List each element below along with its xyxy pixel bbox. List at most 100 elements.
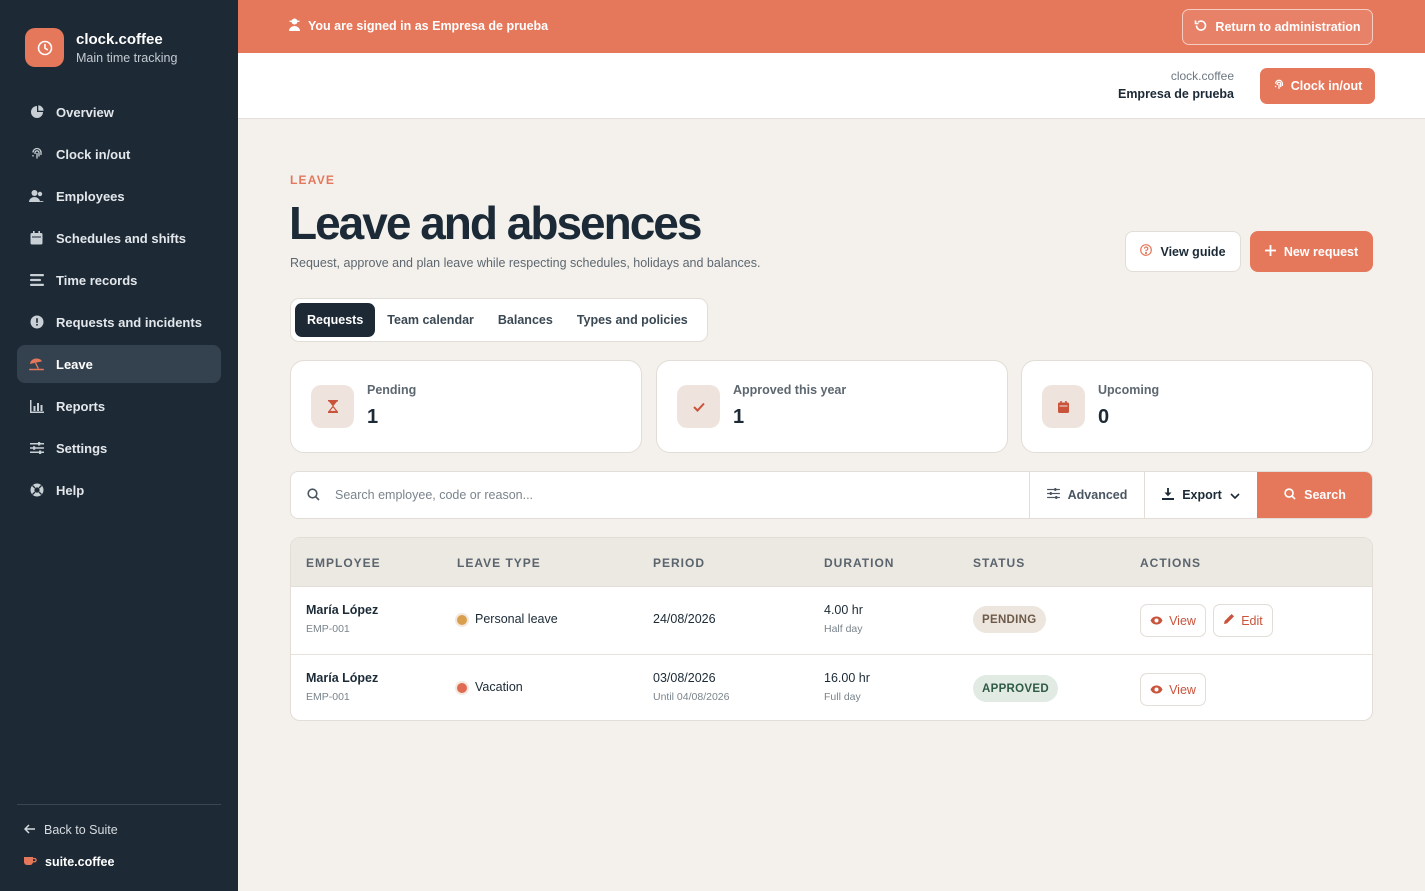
arrow-left-icon: [23, 823, 36, 837]
sidebar-item-label: Settings: [56, 440, 108, 456]
stat-label: Pending: [367, 383, 417, 397]
calendar-icon: [1042, 385, 1085, 428]
stat-card-upcoming: Upcoming 0: [1021, 360, 1373, 453]
eye-icon: [1150, 683, 1163, 697]
umbrella-beach-icon: [29, 357, 44, 372]
period-start: 03/08/2026: [653, 671, 716, 685]
sidebar-item-leave[interactable]: Leave: [17, 345, 221, 383]
sidebar-item-employees[interactable]: Employees: [17, 177, 221, 215]
column-header-actions: ACTIONS: [1140, 556, 1201, 570]
leave-type-dot: [455, 680, 469, 695]
sidebar-item-settings[interactable]: Settings: [17, 429, 221, 467]
table-row: María López EMP-001 Personal leave 24/08…: [291, 587, 1372, 654]
view-button[interactable]: View: [1140, 604, 1206, 637]
sidebar-item-clock[interactable]: Clock in/out: [17, 135, 221, 173]
sidebar-item-label: Employees: [56, 188, 125, 204]
advanced-filters-button[interactable]: Advanced: [1029, 472, 1144, 518]
clock-in-out-button[interactable]: Clock in/out: [1260, 68, 1375, 104]
employee-name[interactable]: María López: [306, 671, 378, 685]
employee-cell: María López EMP-001: [306, 671, 378, 703]
alert-circle-icon: [29, 315, 44, 330]
hourglass-icon: [311, 385, 354, 428]
lifebuoy-icon: [29, 483, 44, 498]
stat-label: Approved this year: [733, 383, 847, 397]
duration-hours: 16.00 hr: [824, 671, 870, 685]
tab-types-and-policies[interactable]: Types and policies: [565, 303, 700, 337]
banner-message: You are signed in as Empresa de prueba: [308, 19, 549, 33]
period-end: Until 04/08/2026: [653, 691, 730, 703]
brand-name: clock.coffee: [76, 30, 163, 48]
sidebar-item-label: Leave: [56, 356, 93, 372]
view-label: View: [1169, 613, 1196, 628]
view-guide-button[interactable]: View guide: [1125, 231, 1241, 272]
back-to-suite-label: Back to Suite: [44, 823, 118, 837]
users-icon: [29, 189, 44, 204]
export-label: Export: [1182, 488, 1222, 502]
view-label: View: [1169, 682, 1196, 697]
sidebar-item-requests[interactable]: Requests and incidents: [17, 303, 221, 341]
sidebar-item-overview[interactable]: Overview: [17, 93, 221, 131]
sidebar-item-label: Schedules and shifts: [56, 230, 187, 246]
tab-requests[interactable]: Requests: [295, 303, 376, 337]
duration-type: Full day: [824, 691, 861, 703]
sliders-icon: [29, 441, 44, 456]
bar-chart-icon: [29, 399, 44, 414]
sidebar-item-label: Overview: [56, 104, 114, 120]
search-button[interactable]: Search: [1257, 472, 1372, 518]
status-badge: APPROVED: [973, 675, 1058, 702]
employee-code: EMP-001: [306, 691, 350, 703]
leave-type-cell: Vacation: [455, 680, 523, 695]
tab-team-calendar[interactable]: Team calendar: [375, 303, 486, 337]
advanced-label: Advanced: [1067, 488, 1128, 502]
column-header-status: STATUS: [973, 556, 1026, 570]
leave-type-cell: Personal leave: [455, 612, 558, 627]
suite-link[interactable]: suite.coffee: [24, 855, 114, 869]
sidebar-item-help[interactable]: Help: [17, 471, 221, 509]
sidebar-item-reports[interactable]: Reports: [17, 387, 221, 425]
stat-value: 1: [733, 406, 745, 428]
duration-type: Half day: [824, 623, 863, 635]
sidebar-item-label: Clock in/out: [56, 146, 131, 162]
return-to-administration-button[interactable]: Return to administration: [1182, 9, 1373, 45]
page-title: Leave and absences: [289, 197, 702, 249]
sliders-icon: [1046, 488, 1060, 502]
brand-subtitle: Main time tracking: [76, 50, 178, 65]
search-input[interactable]: [335, 472, 1025, 518]
stat-value: 1: [367, 406, 379, 428]
period-cell: 24/08/2026: [653, 612, 716, 626]
pencil-icon: [1223, 613, 1235, 628]
duration-cell: 4.00 hr Half day: [824, 603, 863, 635]
table-row: María López EMP-001 Vacation 03/08/2026 …: [291, 654, 1372, 720]
duration-cell: 16.00 hr Full day: [824, 671, 870, 703]
period-cell: 03/08/2026 Until 04/08/2026: [653, 671, 729, 703]
view-button[interactable]: View: [1140, 673, 1206, 706]
export-dropdown[interactable]: Export: [1144, 472, 1257, 518]
table-header: EMPLOYEE LEAVE TYPE PERIOD DURATION STAT…: [291, 538, 1372, 587]
new-request-label: New request: [1283, 244, 1359, 259]
back-to-suite-link[interactable]: Back to Suite: [23, 823, 118, 837]
employee-name[interactable]: María López: [306, 603, 378, 617]
sidebar-item-schedules[interactable]: Schedules and shifts: [17, 219, 221, 257]
leave-tabs: Requests Team calendar Balances Types an…: [290, 298, 708, 342]
impersonation-banner: You are signed in as Empresa de prueba R…: [238, 0, 1425, 53]
tab-balances[interactable]: Balances: [486, 303, 565, 337]
sidebar-item-label: Time records: [56, 272, 138, 288]
company-name: Empresa de prueba: [1117, 87, 1234, 101]
question-circle-icon: [1140, 244, 1153, 259]
coffee-cup-icon: [24, 855, 37, 869]
column-header-period: PERIOD: [653, 556, 706, 570]
new-request-button[interactable]: New request: [1250, 231, 1373, 272]
edit-button[interactable]: Edit: [1213, 604, 1273, 637]
user-secret-icon: [289, 18, 300, 34]
sidebar-item-time-records[interactable]: Time records: [17, 261, 221, 299]
leave-type-label: Vacation: [475, 680, 523, 694]
column-header-leave-type: LEAVE TYPE: [457, 556, 541, 570]
sidebar: clock.coffee Main time tracking Overview…: [0, 0, 238, 891]
sidebar-item-label: Reports: [56, 398, 106, 414]
page-description: Request, approve and plan leave while re…: [290, 256, 761, 270]
pie-chart-icon: [29, 105, 44, 120]
brand[interactable]: clock.coffee Main time tracking: [25, 28, 177, 67]
banner-text: You are signed in as Empresa de prueba: [289, 18, 548, 34]
sidebar-item-label: Help: [56, 482, 85, 498]
duration-hours: 4.00 hr: [824, 603, 863, 617]
